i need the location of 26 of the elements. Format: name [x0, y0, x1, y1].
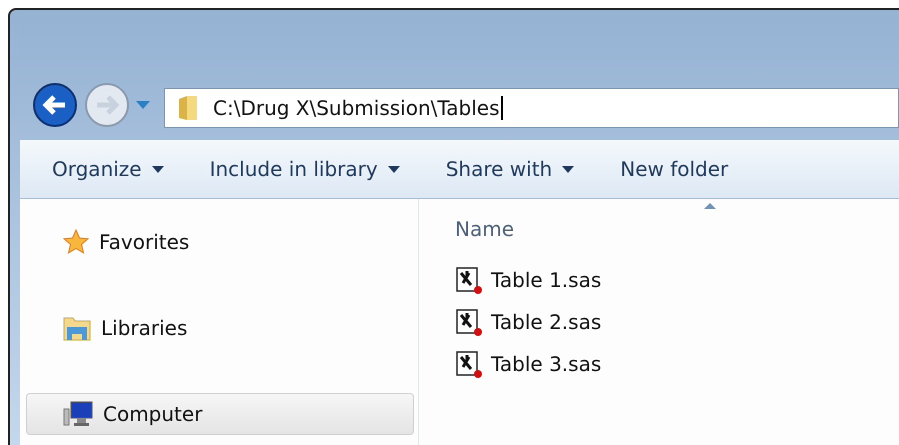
file-row[interactable]: Table 3.sas	[455, 343, 899, 385]
sidebar-item[interactable]: Favorites	[26, 221, 414, 263]
back-button[interactable]	[32, 82, 78, 128]
toolbar-button[interactable]: Include in library	[204, 153, 406, 185]
computer-icon	[63, 401, 93, 427]
sas-file-icon	[455, 265, 483, 295]
caret-icon	[152, 166, 164, 172]
forward-button[interactable]	[84, 82, 130, 128]
caret-icon	[562, 166, 574, 172]
sidebar-item[interactable]: Libraries	[26, 307, 414, 349]
sas-file-icon	[455, 349, 483, 379]
address-field[interactable]: C:\Drug X\Submission\Tables	[164, 88, 899, 128]
caret-icon	[388, 166, 400, 172]
toolbar-button[interactable]: New folder	[614, 153, 734, 185]
library-folder-icon	[63, 315, 91, 341]
sidebar-item[interactable]: Computer	[26, 393, 414, 435]
sort-arrow-icon	[704, 203, 716, 209]
star-icon	[63, 229, 89, 255]
folder-icon	[177, 95, 199, 121]
toolbar-button[interactable]: Organize	[46, 153, 170, 185]
dropdown-icon[interactable]	[136, 101, 150, 109]
sas-file-icon	[455, 307, 483, 337]
file-row[interactable]: Table 1.sas	[455, 259, 899, 301]
toolbar-button[interactable]: Share with	[440, 153, 580, 185]
column-header[interactable]: Name	[455, 209, 514, 249]
file-row[interactable]: Table 2.sas	[455, 301, 899, 343]
